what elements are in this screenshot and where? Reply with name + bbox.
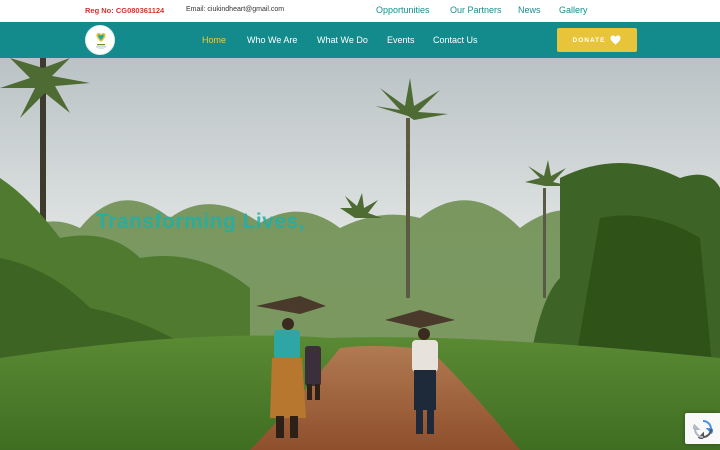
site-logo[interactable] bbox=[85, 25, 115, 55]
nav-what-we-do[interactable]: What We Do bbox=[317, 35, 368, 45]
top-link-our-partners[interactable]: Our Partners bbox=[450, 5, 502, 15]
secondary-nav: Opportunities Our Partners News Gallery bbox=[0, 5, 720, 17]
recaptcha-badge[interactable] bbox=[685, 413, 720, 444]
hero-headline: Transforming Lives, bbox=[96, 210, 306, 233]
top-info-bar: Reg No: CG080361124 Email: ciukindheart@… bbox=[0, 0, 720, 22]
top-link-news[interactable]: News bbox=[518, 5, 541, 15]
nav-contact-us[interactable]: Contact Us bbox=[433, 35, 478, 45]
ciu-kind-heart-logo-icon bbox=[96, 32, 106, 49]
nav-who-we-are[interactable]: Who We Are bbox=[247, 35, 297, 45]
donate-label: DONATE bbox=[572, 36, 606, 44]
heart-icon bbox=[610, 35, 621, 45]
recaptcha-icon bbox=[693, 420, 713, 439]
top-link-opportunities[interactable]: Opportunities bbox=[376, 5, 430, 15]
top-link-gallery[interactable]: Gallery bbox=[559, 5, 588, 15]
donate-button[interactable]: DONATE bbox=[557, 28, 637, 52]
nav-home[interactable]: Home bbox=[202, 35, 226, 45]
nav-events[interactable]: Events bbox=[387, 35, 415, 45]
hero-banner: Transforming Lives, bbox=[0, 58, 720, 450]
main-navbar: Home Who We Are What We Do Events Contac… bbox=[0, 22, 720, 58]
hero-background-image bbox=[0, 58, 720, 450]
